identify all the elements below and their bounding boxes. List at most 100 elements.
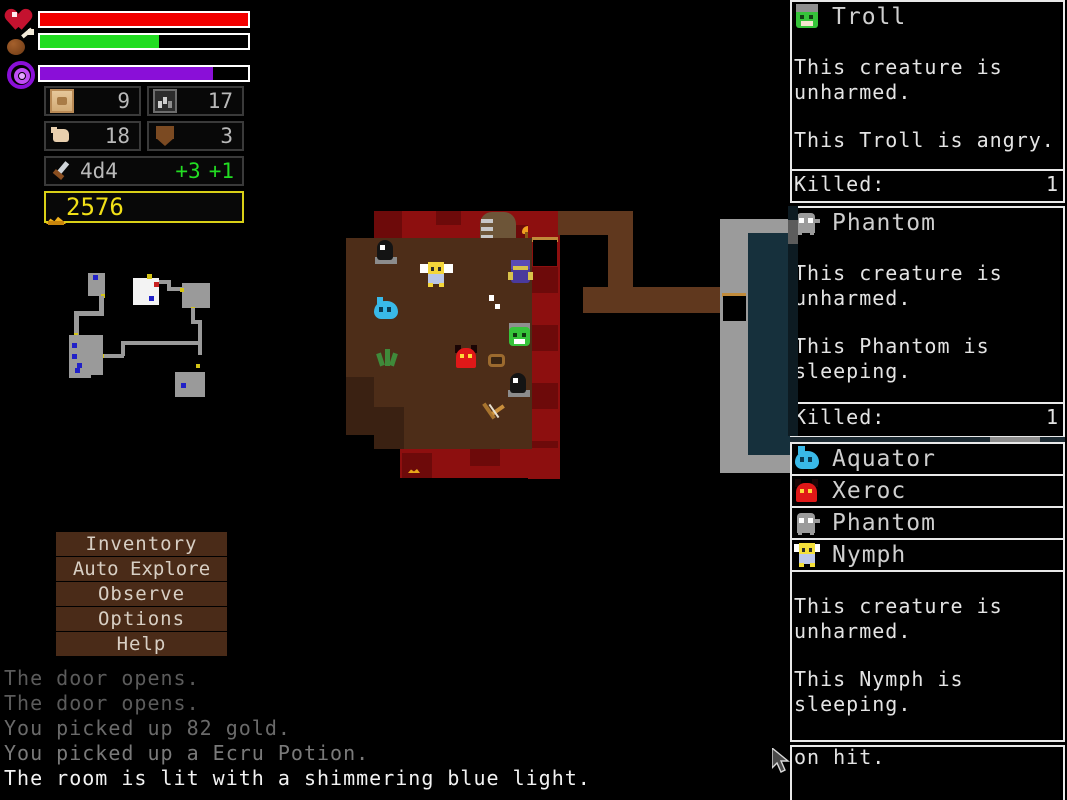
list-item-label: Phantom	[832, 510, 936, 536]
list-item-label: Nymph	[832, 542, 907, 568]
list-item-nymph[interactable]: Nymph	[792, 540, 1063, 572]
wall-segment	[720, 455, 790, 473]
level-bars-icon	[153, 89, 177, 113]
xeroc-sprite[interactable]	[455, 345, 478, 371]
doorway[interactable]	[533, 240, 557, 266]
menu-item-auto-explore[interactable]: Auto Explore	[56, 557, 227, 581]
weapon-damage: 4d4	[80, 158, 118, 183]
monster-name: Troll	[832, 4, 907, 30]
monster-state-text: This Phantom is sleeping.	[794, 334, 990, 383]
troll-sprite[interactable]	[508, 323, 532, 348]
list-item-phantom[interactable]: Phantom	[792, 508, 1063, 540]
menu-item-help[interactable]: Help	[56, 632, 227, 656]
water-tile	[748, 233, 790, 455]
monster-state-text: This Troll is angry.	[794, 128, 1055, 152]
dungeon-map-view[interactable]	[340, 205, 790, 495]
phantom-sprite[interactable]	[508, 373, 532, 399]
killed-row: Killed: 1	[792, 402, 1063, 429]
aquator-sprite[interactable]	[374, 297, 400, 321]
monster-panel-phantom[interactable]: Phantom This creature is unharmed. This …	[790, 206, 1065, 438]
stat-level: 17	[147, 86, 244, 116]
minimap-corridor	[191, 320, 202, 324]
minimap-door	[196, 364, 200, 368]
stat-row-1: 9 17	[44, 86, 244, 116]
log-line: The room is lit with a shimmering blue l…	[4, 766, 591, 790]
phantom-sprite[interactable]	[375, 240, 399, 266]
killed-value: 1	[1045, 172, 1059, 196]
menu-item-inventory[interactable]: Inventory	[56, 532, 227, 556]
message-log: The door opens. The door opens. You pick…	[4, 666, 784, 791]
stat-shield: 3	[147, 121, 244, 151]
stat-row-2: 18 3	[44, 121, 244, 151]
monster-panel-partial[interactable]: on hit.	[790, 745, 1065, 800]
room-floor-dark	[346, 377, 374, 407]
wall-segment	[470, 448, 500, 466]
monster-health-text: This creature is unharmed.	[794, 594, 1003, 643]
minimap-mob	[72, 354, 77, 359]
stat-weapon: 4d4 +3 +1	[44, 156, 244, 186]
stat-shield-value: 3	[220, 123, 233, 148]
log-line: You picked up a Ecru Potion.	[4, 741, 370, 765]
mana-swirl-icon	[6, 60, 38, 92]
weapon-to-dam: +1	[208, 159, 234, 183]
nymph-icon	[794, 542, 820, 568]
wall-segment	[436, 211, 461, 225]
minimap-door	[147, 274, 152, 279]
stat-armor-value: 9	[117, 88, 130, 113]
minimap-mob	[93, 275, 98, 280]
stat-level-value: 17	[207, 88, 233, 113]
minimap-room	[175, 372, 205, 397]
game-screen: 9 17 18 3 4d4 +3 +1 2576 Inventory Auto …	[0, 0, 1067, 800]
player-sprite[interactable]	[420, 262, 453, 288]
panel-title: Phantom	[792, 208, 1063, 238]
gem-item[interactable]	[495, 304, 500, 309]
menu-item-observe[interactable]: Observe	[56, 582, 227, 606]
minimap-mob	[149, 296, 154, 301]
minimap-mob	[181, 383, 186, 388]
partial-text: on hit.	[794, 745, 886, 769]
minimap-corridor	[198, 320, 202, 355]
mouse-pointer	[771, 746, 792, 774]
vertical-scrollbar[interactable]	[788, 206, 798, 436]
minimap-mob	[75, 368, 80, 373]
stairs-step	[481, 227, 493, 231]
stat-strength-value: 18	[104, 123, 130, 148]
plant-item[interactable]	[376, 347, 398, 369]
stat-strength: 18	[44, 121, 141, 151]
panel-title: Troll	[792, 2, 1063, 32]
monster-health-text: This creature is unharmed.	[794, 55, 1003, 104]
minimap-door	[180, 288, 184, 292]
scrollbar-thumb[interactable]	[788, 220, 798, 244]
list-item-aquator[interactable]: Aquator	[792, 444, 1063, 476]
killed-label: Killed:	[794, 405, 886, 429]
stamina-bar-row	[0, 27, 260, 62]
xeroc-icon	[794, 478, 820, 504]
shield-icon	[153, 124, 177, 148]
minimap-corridor	[121, 341, 199, 345]
stat-row-gold: 2576	[44, 191, 244, 223]
doorway[interactable]	[723, 296, 746, 321]
gold-display: 2576	[44, 191, 244, 223]
minimap-corridor	[74, 313, 79, 335]
knight-sprite[interactable]	[508, 260, 533, 285]
player-hud: 9 17 18 3 4d4 +3 +1 2576	[0, 0, 260, 230]
monster-list-panel[interactable]: Aquator Xeroc Phantom Nymph This creatur…	[790, 442, 1065, 742]
minimap-mob	[72, 343, 77, 348]
stat-row-weapon: 4d4 +3 +1	[44, 156, 244, 186]
minimap-corridor	[104, 354, 124, 358]
wall-segment	[720, 219, 790, 233]
ring-item[interactable]	[486, 349, 508, 371]
menu-item-options[interactable]: Options	[56, 607, 227, 631]
gem-item[interactable]	[489, 295, 494, 301]
monster-name: Phantom	[832, 210, 936, 236]
bow-item[interactable]	[482, 400, 507, 424]
stat-armor: 9	[44, 86, 141, 116]
list-item-xeroc[interactable]: Xeroc	[792, 476, 1063, 508]
stairs-step	[481, 219, 493, 223]
monster-panel-troll[interactable]: Troll This creature is unharmed. This Tr…	[790, 0, 1065, 203]
armor-icon	[50, 89, 74, 113]
room-floor-dark	[374, 407, 404, 449]
minimap[interactable]	[55, 265, 230, 400]
dagger-icon	[50, 159, 74, 183]
wall-segment	[530, 383, 558, 409]
